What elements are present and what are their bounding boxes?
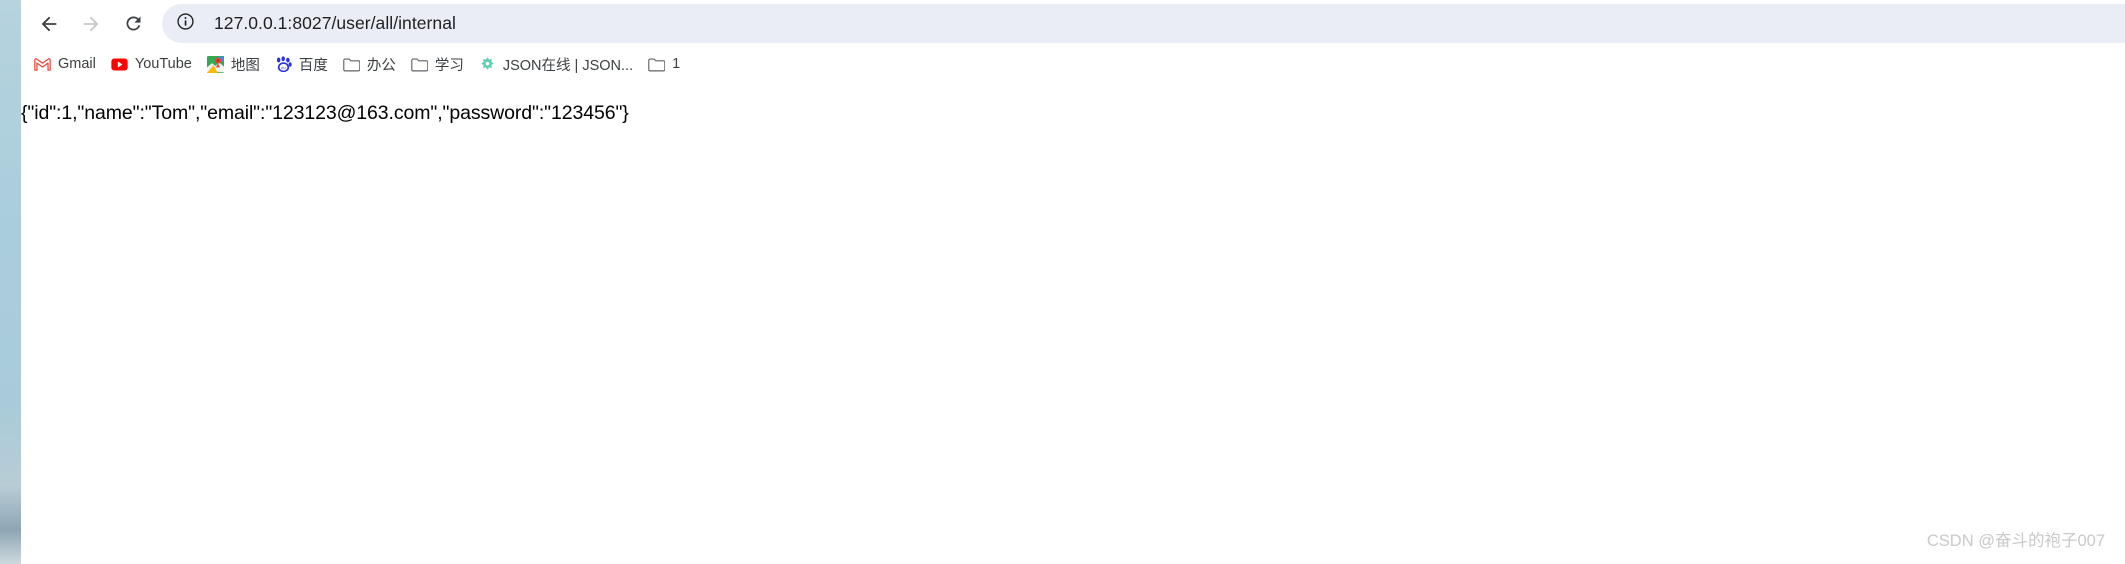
bookmark-youtube[interactable]: YouTube [104,51,199,77]
browser-window: 127.0.0.1:8027/user/all/internal Gmail Y… [21,0,2125,564]
bookmark-label: 学习 [434,57,464,74]
site-info-button[interactable] [170,9,200,39]
desktop-wallpaper-strip [0,0,21,564]
folder-icon [411,56,428,73]
bookmark-label: YouTube [134,56,192,72]
bookmark-folder-1[interactable]: 1 [641,51,687,77]
folder-icon [648,56,666,73]
forward-arrow-icon [80,13,102,35]
info-circle-icon [176,12,195,36]
address-bar[interactable]: 127.0.0.1:8027/user/all/internal [162,4,2125,43]
json-response-body: {"id":1,"name":"Tom","email":"123123@163… [21,102,629,124]
bookmark-label: 百度 [298,57,328,74]
bookmark-folder-xuexi[interactable]: 学习 [404,51,471,77]
csdn-watermark: CSDN @奋斗的袍子007 [1926,532,2105,550]
bookmark-json-online[interactable]: JSON在线 | JSON... [472,51,640,77]
back-arrow-icon [38,13,60,35]
svg-text:du: du [281,64,285,69]
address-bar-text[interactable]: 127.0.0.1:8027/user/all/internal [214,13,456,34]
bookmark-baidu[interactable]: du 百度 [268,51,335,77]
reload-icon [123,13,144,34]
bookmark-folder-bangong[interactable]: 办公 [336,51,403,77]
back-button[interactable] [31,6,67,42]
forward-button[interactable] [73,6,109,42]
json-flower-icon [479,56,496,73]
gmail-icon [34,56,51,73]
bookmarks-bar: Gmail YouTube 地图 du 百度 办公 学习 JSON在线 | JS… [21,47,2125,81]
baidu-icon: du [275,55,292,73]
page-viewport: {"id":1,"name":"Tom","email":"123123@163… [21,81,2125,564]
bookmark-label: JSON在线 | JSON... [502,57,634,74]
bookmark-label: 办公 [366,57,396,74]
browser-toolbar: 127.0.0.1:8027/user/all/internal [21,0,2125,47]
reload-button[interactable] [115,6,151,42]
bookmark-maps[interactable]: 地图 [200,51,267,77]
bookmark-label: 地图 [230,57,260,74]
bookmark-label: 1 [672,56,681,72]
google-maps-icon [206,55,224,73]
browser-screenshot: 127.0.0.1:8027/user/all/internal Gmail Y… [0,0,2125,564]
bookmark-gmail[interactable]: Gmail [27,51,103,77]
bookmark-label: Gmail [58,56,96,72]
youtube-icon [111,56,128,73]
folder-icon [343,56,360,73]
